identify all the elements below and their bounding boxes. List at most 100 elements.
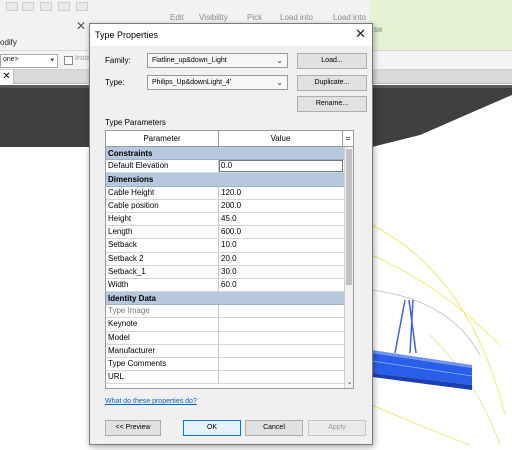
grid-body: Constraints⌃Default Elevation0.0Dimensio…	[106, 147, 352, 388]
parameter-name: Default Elevation	[106, 160, 219, 173]
parameter-row[interactable]: Setback 10.0	[106, 239, 352, 253]
instance-checkbox[interactable]	[64, 56, 73, 65]
parameter-row[interactable]: Setback 2 20.0	[106, 252, 352, 266]
instance-checkbox-label: Insta	[75, 55, 91, 62]
parameter-value[interactable]: 20.0	[219, 253, 343, 265]
parameter-value[interactable]	[219, 371, 343, 383]
parameter-value[interactable]: 600.0	[219, 226, 343, 238]
parameter-row[interactable]: Keynote	[106, 318, 352, 332]
value-column-header[interactable]: Value	[219, 131, 343, 146]
parameter-row[interactable]: Width 60.0	[106, 278, 352, 293]
chevron-down-icon: ⌄	[276, 78, 283, 87]
parameter-value[interactable]: 0.0	[219, 160, 343, 173]
load-button[interactable]: Load...	[297, 53, 367, 69]
ribbon-tool-icon[interactable]	[58, 2, 70, 11]
formula-column-header[interactable]: =	[343, 131, 353, 146]
ribbon-edit-label[interactable]: Edit	[170, 13, 184, 22]
family-label: Family:	[105, 56, 131, 65]
ribbon-tool-icon[interactable]	[40, 2, 52, 11]
close-view-icon[interactable]: ✕	[0, 70, 14, 84]
reference-arc	[371, 254, 501, 346]
type-parameters-grid: Parameter Value = Constraints⌃Default El…	[105, 130, 354, 389]
chevron-down-icon: ⌄	[276, 56, 283, 65]
parameter-name: Setback 2	[106, 252, 219, 265]
parameter-column-header[interactable]: Parameter	[106, 131, 219, 146]
group-header-dimensions[interactable]: Dimensions⌃	[106, 173, 350, 187]
close-icon[interactable]: ✕	[355, 27, 366, 41]
reference-circle	[371, 289, 481, 356]
grid-scrollbar[interactable]: ⌄	[344, 147, 353, 388]
ok-button[interactable]: OK	[183, 420, 241, 436]
parameter-value[interactable]	[219, 345, 343, 357]
family-dropdown-value: Flatline_up&down_Light	[152, 57, 227, 64]
parameter-name: URL	[106, 371, 219, 384]
parameter-value[interactable]: 120.0	[219, 187, 343, 199]
parameter-value[interactable]	[219, 318, 343, 330]
preview-button[interactable]: << Preview	[105, 420, 161, 436]
parameter-name: Length	[106, 226, 219, 239]
ribbon-load-into-project-label[interactable]: Load into	[280, 13, 313, 22]
grid-header: Parameter Value =	[106, 131, 353, 147]
parameter-name: Height	[106, 212, 219, 226]
placement-selector-value: one>	[3, 56, 19, 63]
parameter-name: Setback_1	[106, 265, 219, 278]
parameter-row[interactable]: Default Elevation 0.0	[106, 160, 352, 174]
ribbon-visibility-label[interactable]: Visibility	[199, 13, 228, 22]
ribbon-tool-icon[interactable]	[76, 2, 88, 11]
scrollbar-thumb[interactable]	[346, 149, 352, 285]
ribbon-load-into-project-close-label[interactable]: Load into	[333, 13, 366, 22]
parameter-row[interactable]: Cable Height 120.0	[106, 186, 352, 200]
cable	[394, 299, 406, 354]
ribbon-tool-icon[interactable]	[6, 2, 18, 11]
parameter-row[interactable]: Length 600.0	[106, 226, 352, 240]
group-title: Identity Data	[108, 294, 157, 304]
parameter-row[interactable]: Manufacturer	[106, 344, 352, 358]
type-parameters-label: Type Parameters	[105, 118, 166, 127]
apply-button[interactable]: Apply	[308, 420, 366, 436]
parameter-name: Manufacturer	[106, 344, 219, 357]
reference-arc	[429, 334, 501, 446]
parameter-name: Cable Height	[106, 186, 219, 199]
parameter-value[interactable]: 60.0	[219, 279, 343, 291]
parameter-name: Type Image	[106, 305, 219, 318]
group-header-identity-data[interactable]: Identity Data⌃	[106, 292, 350, 306]
help-link[interactable]: What do these properties do?	[105, 398, 197, 405]
rename-button[interactable]: Rename...	[297, 96, 367, 112]
parameter-value[interactable]: 45.0	[219, 213, 343, 225]
type-dropdown[interactable]: Philips_Up&downLight_4' ⌄	[147, 75, 288, 90]
group-title: Dimensions	[108, 175, 154, 185]
parameter-row[interactable]: URL	[106, 371, 352, 385]
parameter-row[interactable]: Setback_1 30.0	[106, 265, 352, 279]
parameter-row[interactable]: Type Image	[106, 305, 352, 319]
parameter-value[interactable]: 200.0	[219, 200, 343, 212]
ribbon-tool-icon[interactable]	[22, 2, 34, 11]
group-title: Constraints	[108, 149, 153, 158]
parameter-value[interactable]: 30.0	[219, 266, 343, 278]
parameter-row[interactable]: Model	[106, 331, 352, 345]
ribbon-pick-label[interactable]: Pick	[247, 13, 262, 22]
parameter-value[interactable]: 10.0	[219, 239, 343, 251]
ribbon-partial-label: se	[374, 25, 383, 34]
parameter-name: Type Comments	[106, 358, 219, 371]
parameter-value[interactable]	[219, 332, 343, 344]
parameter-value[interactable]	[219, 305, 343, 317]
parameter-row[interactable]: Type Comments	[106, 358, 352, 372]
parameter-value[interactable]	[219, 358, 343, 370]
reference-arc	[371, 224, 506, 416]
dialog-titlebar[interactable]: Type Properties ✕	[90, 24, 372, 46]
modify-tab-label[interactable]: odify	[0, 38, 17, 47]
placement-selector[interactable]: one> ▾	[0, 54, 58, 68]
scroll-down-icon[interactable]: ⌄	[345, 378, 353, 388]
type-properties-dialog: Type Properties ✕ Family: Flatline_up&do…	[89, 23, 373, 445]
dialog-title: Type Properties	[95, 30, 159, 40]
type-label: Type:	[105, 78, 125, 87]
parameter-name: Model	[106, 331, 219, 344]
group-header-constraints[interactable]: Constraints⌃	[106, 147, 350, 161]
cancel-button[interactable]: Cancel	[245, 420, 303, 436]
parameter-name: Keynote	[106, 318, 219, 331]
delete-icon[interactable]: ✕	[76, 19, 86, 33]
family-dropdown[interactable]: Flatline_up&down_Light ⌄	[147, 53, 288, 68]
parameter-row[interactable]: Cable position 200.0	[106, 199, 352, 213]
duplicate-button[interactable]: Duplicate...	[297, 75, 367, 91]
parameter-row[interactable]: Height 45.0	[106, 212, 352, 227]
